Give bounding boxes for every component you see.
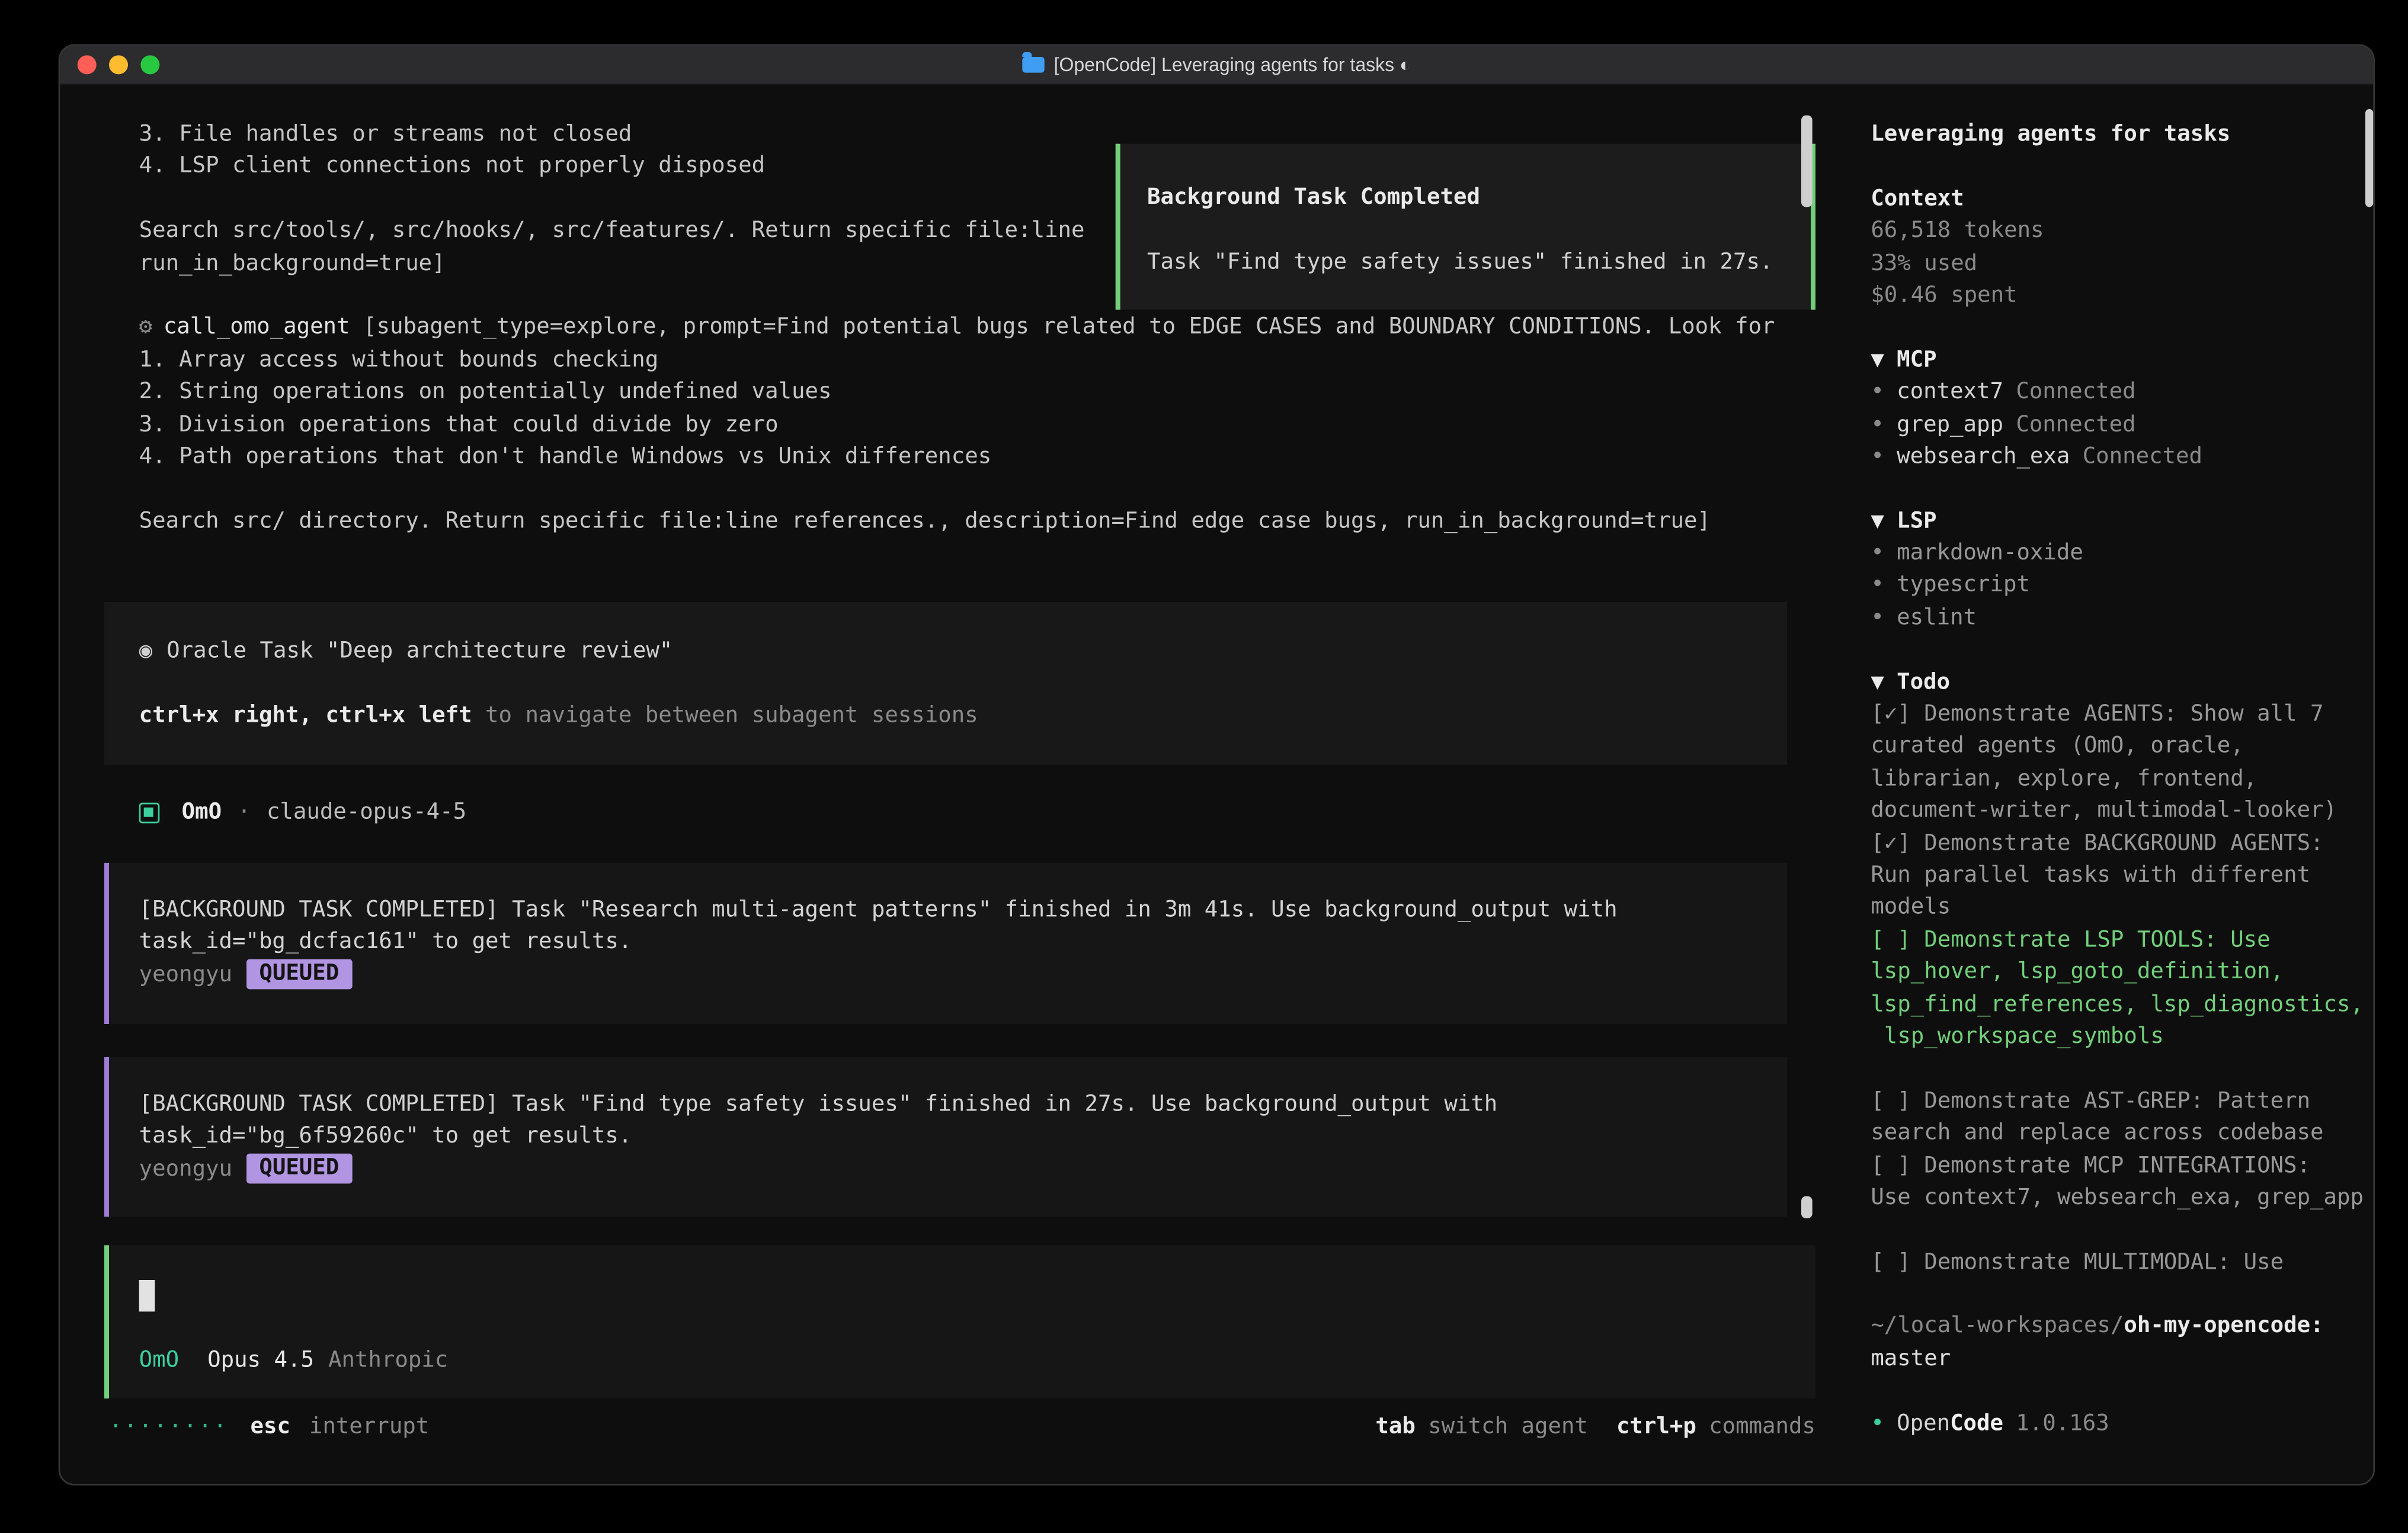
session-title: Leveraging agents for tasks (1871, 119, 2370, 151)
status-badge: QUEUED (246, 960, 352, 990)
text-cursor (139, 1280, 155, 1311)
message-text: task_id="bg_6f59260c" to get results. (139, 1121, 1768, 1153)
tool-name: call_omo_agent (164, 315, 350, 341)
lsp-item: •typescript (1871, 569, 2370, 601)
main-scrollbar-thumb[interactable] (1801, 116, 1813, 207)
status-badge: QUEUED (246, 1154, 352, 1185)
main-scrollbar-thumb-bottom[interactable] (1801, 1196, 1813, 1218)
statusbar-left: ········ esc interrupt (109, 1412, 429, 1444)
bullet-icon: • (1871, 412, 1884, 437)
bullet-icon: • (1871, 1410, 1884, 1436)
esc-key-label: interrupt (309, 1412, 429, 1444)
oracle-icon: ◉ (139, 638, 153, 664)
bullet-icon: • (1871, 540, 1884, 566)
window-title-wrap: [OpenCode] Leveraging agents for tasks ◐ (1022, 49, 1411, 81)
todo-item: [ ] Demonstrate AST-GREP: Pattern search… (1871, 1085, 2370, 1150)
bullet-icon: • (1871, 573, 1884, 599)
agent-name-label: OmO (182, 796, 222, 828)
workspace-branch: master (1871, 1343, 2370, 1375)
todo-item: [ ] Demonstrate MCP INTEGRATIONS: Use co… (1871, 1150, 2370, 1214)
message-text: task_id="bg_dcfac161" to get results. (139, 927, 1768, 959)
close-button[interactable] (78, 55, 97, 74)
tool-call-line: ⚙ call_omo_agent [subagent_type=explore, … (139, 312, 1815, 344)
context-used: 33% used (1871, 248, 2370, 280)
window-title: [OpenCode] Leveraging agents for tasks ◐ (1054, 49, 1411, 81)
esc-key-hint: esc (251, 1412, 290, 1444)
todo-item: [ ] Demonstrate MULTIMODAL: Use (1871, 1246, 2370, 1278)
bullet-icon: • (1871, 605, 1884, 631)
message-author: yeongyu (139, 1153, 232, 1185)
prompt-input[interactable]: OmO Opus 4.5 Anthropic (104, 1245, 1815, 1398)
gear-icon: ⚙ (139, 315, 153, 341)
bullet-icon: • (1871, 444, 1884, 469)
mcp-item: •context7Connected (1871, 376, 2370, 408)
log-line: 2. String operations on potentially unde… (139, 376, 1815, 408)
provider-label: Anthropic (328, 1345, 448, 1377)
agent-header: OmO · claude-opus-4-5 (139, 796, 466, 828)
chevron-down-icon: ▼ (1871, 508, 1884, 534)
oracle-task-panel: ◉Oracle Task "Deep architecture review" … (104, 602, 1787, 765)
log-line: Search src/ directory. Return specific f… (139, 505, 1815, 537)
ctrlp-key-label: commands (1709, 1412, 1815, 1444)
agent-checkbox-icon (139, 802, 160, 823)
spinner-dots-icon: ········ (109, 1412, 228, 1444)
input-model-line: OmO Opus 4.5 Anthropic (139, 1345, 449, 1377)
oracle-shortcut: ctrl+x right, ctrl+x left (139, 703, 472, 728)
log-line: 1. Array access without bounds checking (139, 344, 1815, 376)
mcp-section-header[interactable]: ▼MCP (1871, 344, 2370, 376)
terminal-window: [OpenCode] Leveraging agents for tasks ◐… (59, 44, 2375, 1486)
oracle-spacer (139, 667, 1753, 699)
chevron-down-icon: ▼ (1871, 670, 1884, 695)
lsp-section-header[interactable]: ▼LSP (1871, 505, 2370, 537)
statusbar-right: tab switch agent ctrl+p commands (1375, 1412, 1815, 1444)
tab-key-hint: tab (1375, 1412, 1415, 1444)
mcp-item: •grep_appConnected (1871, 408, 2370, 440)
opencode-version: •OpenCode1.0.163 (1871, 1407, 2370, 1439)
lsp-item: •markdown-oxide (1871, 537, 2370, 569)
active-agent-label: OmO (139, 1345, 179, 1377)
oracle-title: Oracle Task "Deep architecture review" (166, 638, 673, 664)
message-text: [BACKGROUND TASK COMPLETED] Task "Find t… (139, 1089, 1768, 1121)
background-task-toast: Background Task Completed Task "Find typ… (1116, 144, 1815, 310)
context-heading: Context (1871, 183, 2370, 215)
model-label: Opus 4.5 (207, 1345, 314, 1377)
mcp-item: •websearch_exaConnected (1871, 441, 2370, 473)
sidebar-scrollbar-thumb[interactable] (2365, 109, 2373, 207)
lsp-item: •eslint (1871, 602, 2370, 634)
todo-item: [✓] Demonstrate AGENTS: Show all 7 curat… (1871, 699, 2370, 828)
screen: [OpenCode] Leveraging agents for tasks ◐… (0, 0, 2408, 1533)
chevron-down-icon: ▼ (1871, 347, 1884, 373)
message-text: [BACKGROUND TASK COMPLETED] Task "Resear… (139, 894, 1768, 926)
agent-separator: · (238, 796, 251, 828)
folder-icon (1022, 57, 1044, 73)
ctrlp-key-hint: ctrl+p (1616, 1412, 1696, 1444)
tab-key-label: switch agent (1428, 1412, 1588, 1444)
toast-spacer (1147, 214, 1789, 246)
minimize-button[interactable] (109, 55, 128, 74)
message-author: yeongyu (139, 959, 232, 991)
background-task-message: [BACKGROUND TASK COMPLETED] Task "Resear… (104, 863, 1787, 1024)
context-spent: $0.46 spent (1871, 280, 2370, 312)
workspace-path: ~/local-workspaces/oh-my-opencode: (1871, 1311, 2370, 1343)
log-line: 4. Path operations that don't handle Win… (139, 441, 1815, 473)
session-sidebar: Leveraging agents for tasks Context 66,5… (1871, 119, 2370, 1439)
log-line: 3. Division operations that could divide… (139, 408, 1815, 440)
background-task-message: [BACKGROUND TASK COMPLETED] Task "Find t… (104, 1057, 1787, 1217)
oracle-hint: to navigate between subagent sessions (472, 703, 978, 728)
context-tokens: 66,518 tokens (1871, 215, 2370, 247)
maximize-button[interactable] (140, 55, 159, 74)
status-bar: ········ esc interrupt tab switch agent … (109, 1411, 1815, 1444)
todo-section-header[interactable]: ▼Todo (1871, 666, 2370, 698)
todo-item: [✓] Demonstrate BACKGROUND AGENTS: Run p… (1871, 827, 2370, 924)
toast-title: Background Task Completed (1147, 182, 1789, 214)
log-line (139, 473, 1815, 505)
tool-args: [subagent_type=explore, prompt=Find pote… (350, 315, 1775, 341)
agent-model-label: claude-opus-4-5 (267, 796, 466, 828)
titlebar: [OpenCode] Leveraging agents for tasks ◐ (60, 46, 2373, 85)
todo-item-active: [ ] Demonstrate LSP TOOLS: Use lsp_hover… (1871, 924, 2370, 1053)
bullet-icon: • (1871, 379, 1884, 405)
traffic-lights (78, 46, 160, 84)
toast-body: Task "Find type safety issues" finished … (1147, 246, 1789, 278)
